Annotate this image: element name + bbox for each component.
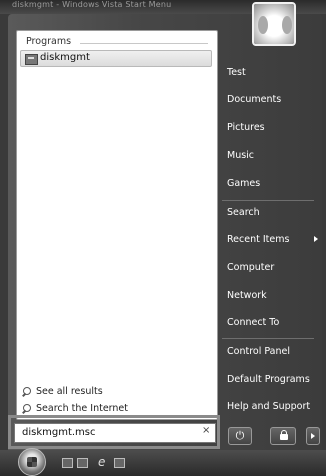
search-icon — [22, 403, 32, 414]
right-item-connect-to[interactable]: Connect To — [227, 317, 279, 328]
taskbar — [0, 450, 326, 476]
dog-avatar-icon — [282, 16, 292, 34]
right-item-recent-items[interactable]: Recent Items — [227, 234, 289, 245]
media-player-icon[interactable] — [114, 458, 125, 468]
disk-management-icon — [25, 54, 38, 65]
right-item-search[interactable]: Search — [227, 207, 260, 218]
dog-avatar-icon — [258, 16, 268, 34]
background-window-title-text: diskmgmt - Windows Vista Start Menu — [12, 0, 172, 9]
lock-icon — [280, 434, 288, 440]
programs-header: Programs — [26, 36, 72, 47]
switch-windows-icon[interactable] — [77, 458, 88, 468]
search-internet-link[interactable]: Search the Internet — [22, 403, 128, 414]
right-item-pictures[interactable]: Pictures — [227, 122, 265, 133]
right-item-computer[interactable]: Computer — [227, 262, 274, 273]
right-item-network[interactable]: Network — [227, 290, 267, 301]
right-pane-divider — [222, 338, 314, 339]
right-item-documents[interactable]: Documents — [227, 94, 281, 105]
power-button[interactable]: ⏻ — [228, 427, 252, 445]
right-item-help-and-support[interactable]: Help and Support — [227, 401, 310, 412]
submenu-arrow-icon — [314, 236, 318, 242]
right-item-music[interactable]: Music — [227, 150, 254, 161]
start-search-value: diskmgmt.msc — [22, 427, 96, 438]
see-all-results-label: See all results — [36, 386, 103, 397]
right-item-default-programs[interactable]: Default Programs — [227, 374, 310, 385]
program-item-label: diskmgmt — [40, 52, 90, 63]
right-item-games[interactable]: Games — [227, 178, 260, 189]
power-icon: ⏻ — [235, 429, 245, 442]
programs-divider — [80, 43, 208, 44]
show-desktop-icon[interactable] — [62, 458, 73, 468]
search-icon — [22, 386, 32, 397]
clear-search-icon[interactable]: × — [202, 426, 210, 436]
right-item-test[interactable]: Test — [227, 67, 246, 78]
right-pane-divider — [222, 200, 314, 201]
search-results-pane — [16, 30, 218, 420]
shutdown-options-button[interactable] — [306, 427, 320, 445]
search-internet-label: Search the Internet — [36, 403, 128, 414]
see-all-results-link[interactable]: See all results — [22, 386, 103, 397]
right-item-control-panel[interactable]: Control Panel — [227, 346, 290, 357]
internet-explorer-glyph-icon: e — [98, 455, 106, 469]
windows-logo-icon — [27, 457, 37, 467]
